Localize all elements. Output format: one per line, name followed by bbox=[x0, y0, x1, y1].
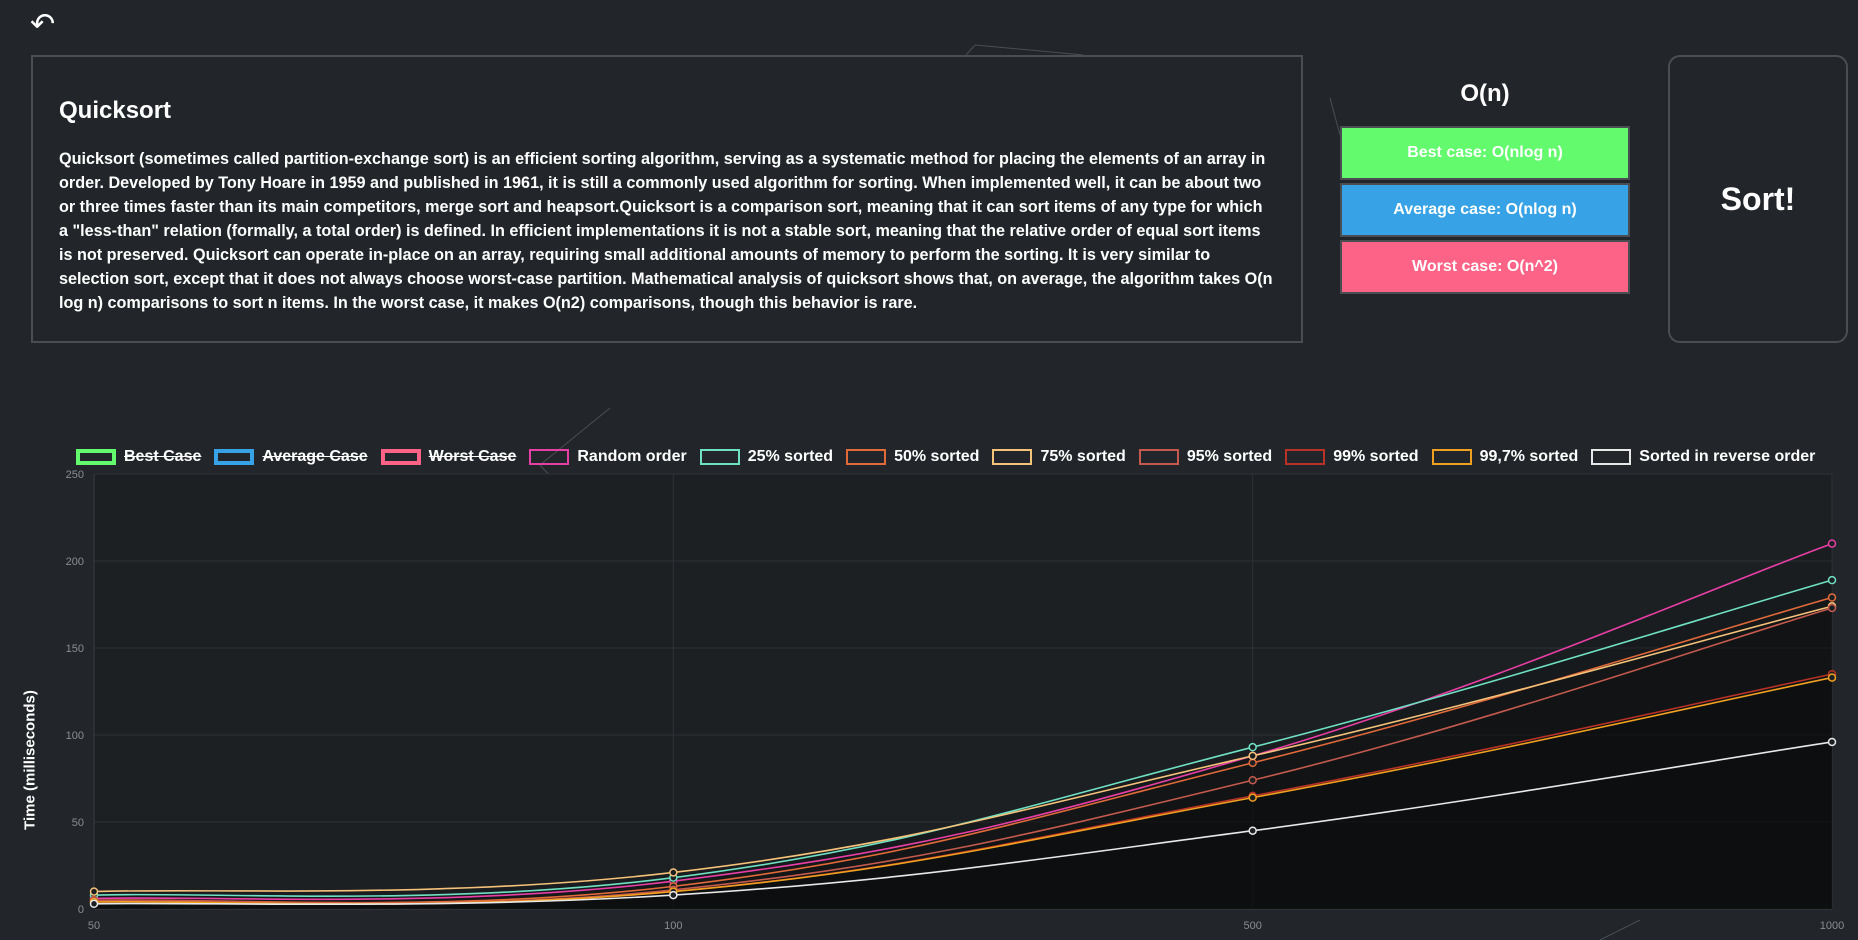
data-point bbox=[1827, 593, 1837, 602]
worst-case-box: Worst case: O(n^2) bbox=[1340, 240, 1630, 294]
data-point bbox=[1827, 673, 1837, 682]
data-point bbox=[89, 887, 99, 896]
data-point bbox=[669, 868, 678, 877]
algorithm-description: Quicksort (sometimes called partition-ex… bbox=[59, 150, 1273, 312]
y-tick-label: 100 bbox=[66, 730, 84, 742]
y-tick-label: 250 bbox=[66, 469, 84, 481]
data-point bbox=[1248, 793, 1257, 802]
data-point bbox=[1827, 603, 1837, 613]
data-point bbox=[1248, 758, 1257, 768]
y-tick-label: 0 bbox=[78, 904, 84, 916]
algorithm-title: Quicksort bbox=[59, 97, 172, 124]
x-tick-label: 500 bbox=[1243, 920, 1261, 932]
average-case-box: Average case: O(nlog n) bbox=[1340, 183, 1630, 237]
x-tick-label: 1000 bbox=[1820, 920, 1844, 932]
data-point bbox=[1248, 775, 1257, 785]
data-point bbox=[1248, 751, 1257, 761]
data-point bbox=[1827, 539, 1837, 548]
y-tick-label: 200 bbox=[66, 556, 84, 568]
complexity-title: O(n) bbox=[1460, 80, 1510, 107]
data-point bbox=[1248, 826, 1257, 835]
data-point bbox=[1827, 737, 1837, 747]
data-point bbox=[1248, 742, 1257, 752]
x-tick-label: 50 bbox=[88, 920, 100, 932]
data-point bbox=[1827, 575, 1837, 585]
complexity-panel: O(n) Best case: O(nlog n) Average case: … bbox=[1340, 76, 1630, 297]
data-point bbox=[89, 899, 99, 909]
x-tick-label: 100 bbox=[664, 920, 682, 932]
best-case-box: Best case: O(nlog n) bbox=[1340, 126, 1630, 180]
sort-button[interactable]: Sort! bbox=[1668, 55, 1848, 343]
undo-arrow-icon[interactable]: ↶ bbox=[30, 10, 66, 40]
data-point bbox=[669, 890, 678, 900]
y-tick-label: 150 bbox=[66, 643, 84, 655]
y-tick-label: 50 bbox=[72, 817, 84, 829]
performance-chart: 0 50 100 150 200 250 50 100 500 1000 bbox=[66, 469, 1845, 932]
description-panel: Quicksort Quicksort (sometimes called pa… bbox=[31, 55, 1303, 343]
